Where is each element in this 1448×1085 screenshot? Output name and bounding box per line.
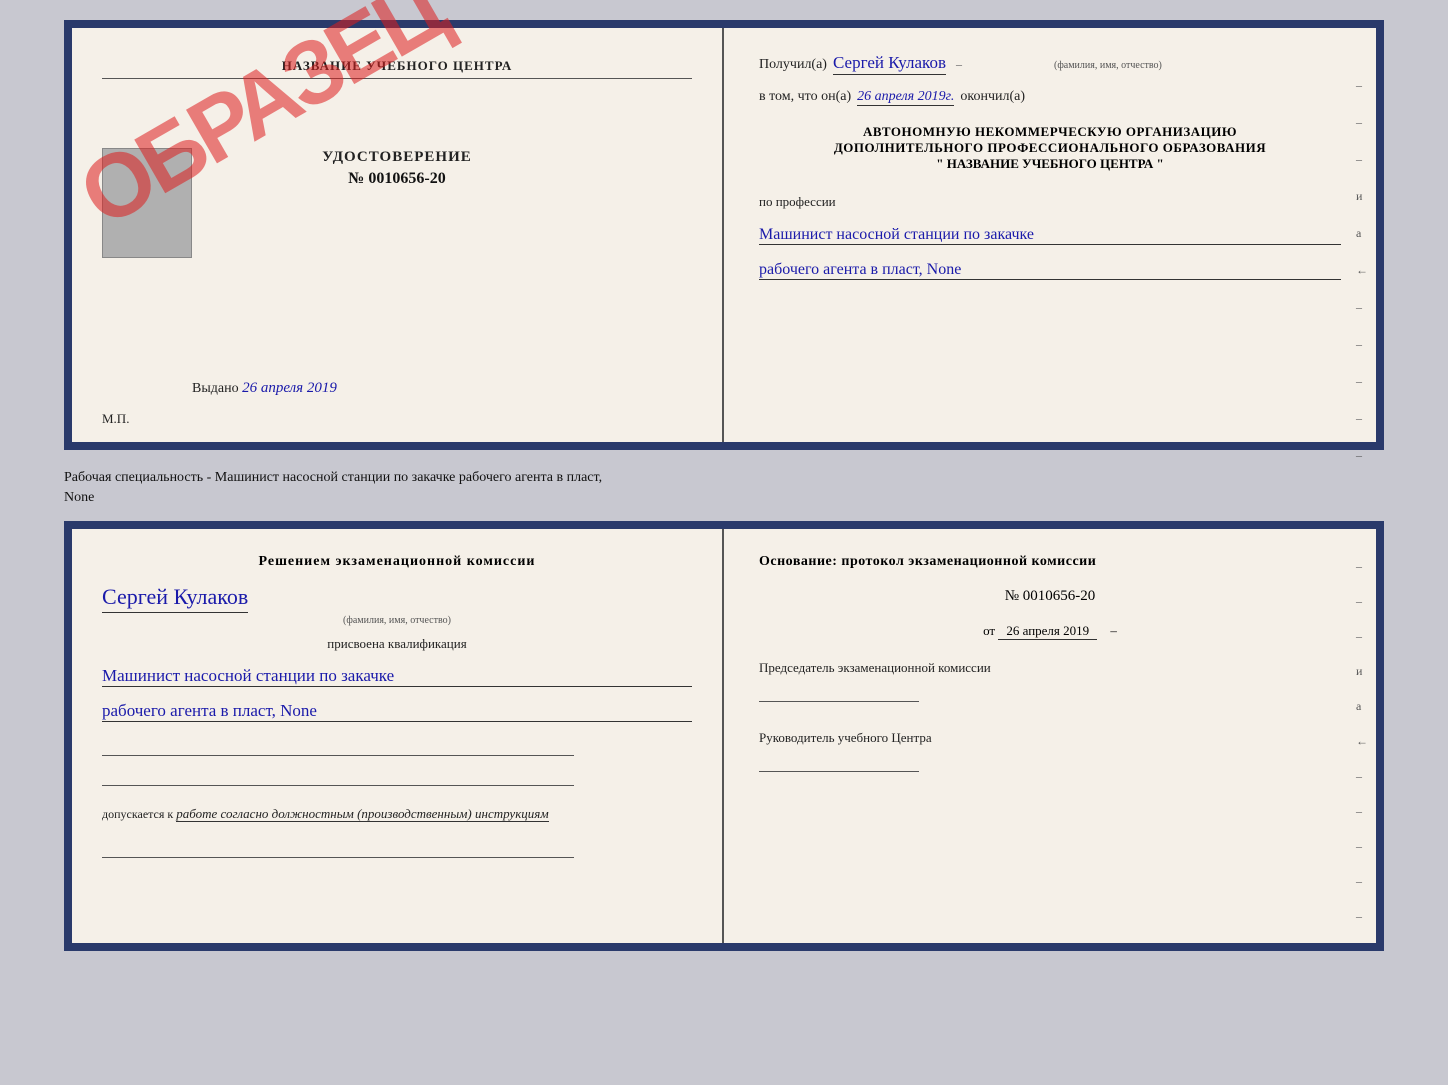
- org-block: АВТОНОМНУЮ НЕКОММЕРЧЕСКУЮ ОРГАНИЗАЦИЮ ДО…: [759, 124, 1341, 172]
- vtom-date: 26 апреля 2019г.: [857, 89, 954, 106]
- udostoverenie-num: № 0010656-20: [322, 170, 472, 188]
- top-doc-left: НАЗВАНИЕ УЧЕБНОГО ЦЕНТРА ОБРАЗЕЦ УДОСТОВ…: [72, 28, 724, 442]
- ot-label: от: [983, 623, 995, 638]
- bottom-doc-right: Основание: протокол экзаменационной коми…: [724, 529, 1376, 943]
- org-line3: " НАЗВАНИЕ УЧЕБНОГО ЦЕНТРА ": [759, 156, 1341, 172]
- name-block-bottom: Сергей Кулаков (фамилия, имя, отчество): [102, 584, 692, 626]
- org-line1: АВТОНОМНУЮ НЕКОММЕРЧЕСКУЮ ОРГАНИЗАЦИЮ: [759, 124, 1341, 140]
- vtom-label: в том, что он(а): [759, 89, 851, 105]
- obrazec-stamp: ОБРАЗЕЦ: [66, 0, 457, 242]
- udostoverenie-block: УДОСТОВЕРЕНИЕ № 0010656-20: [322, 149, 472, 188]
- udostoverenie-title: УДОСТОВЕРЕНИЕ: [322, 149, 472, 166]
- blank-line-3: [102, 838, 574, 858]
- predsedatel-label: Председатель экзаменационной комиссии: [759, 660, 1341, 676]
- dopuskaetsya-block: допускается к работе согласно должностны…: [102, 806, 692, 822]
- vtom-line: в том, что он(а) 26 апреля 2019г. окончи…: [759, 89, 1341, 106]
- po-professii: по профессии: [759, 194, 1341, 210]
- vydano-label: Выдано: [192, 381, 239, 396]
- right-dashes-top: – – – и а ← – – – – –: [1356, 78, 1368, 463]
- predsedatel-podpis-line: [759, 682, 919, 702]
- right-dashes-bottom: – – – и а ← – – – – –: [1356, 559, 1368, 924]
- protokol-num: № 0010656-20: [759, 588, 1341, 605]
- okonchil-label: окончил(а): [960, 89, 1025, 105]
- middle-line2: None: [64, 488, 1384, 508]
- bottom-name: Сергей Кулаков: [102, 584, 248, 613]
- blank-line-2: [102, 766, 574, 786]
- middle-text: Рабочая специальность - Машинист насосно…: [64, 460, 1384, 511]
- dopusk-text: работе согласно должностным (производств…: [176, 806, 548, 822]
- middle-line1: Рабочая специальность - Машинист насосно…: [64, 468, 1384, 488]
- prisvoena-text: присвоена квалификация: [102, 636, 692, 652]
- poluchil-name: Сергей Кулаков: [833, 53, 946, 75]
- poluchil-line: Получил(а) Сергей Кулаков – (фамилия, им…: [759, 53, 1341, 75]
- profession-line2: рабочего агента в пласт, None: [759, 261, 1341, 280]
- qual-line1: Машинист насосной станции по закачке: [102, 666, 692, 687]
- rukovoditel-podpis-line: [759, 752, 919, 772]
- predsedatel-block: Председатель экзаменационной комиссии: [759, 660, 1341, 706]
- fio-hint-bottom: (фамилия, имя, отчество): [102, 615, 692, 626]
- ot-date-value: 26 апреля 2019: [998, 623, 1097, 640]
- osnovanie-text: Основание: протокол экзаменационной коми…: [759, 554, 1341, 570]
- mp-label: М.П.: [102, 411, 129, 427]
- blank-line-1: [102, 736, 574, 756]
- vydano-date: 26 апреля 2019: [242, 380, 337, 396]
- poluchil-label: Получил(а): [759, 57, 827, 73]
- top-document: НАЗВАНИЕ УЧЕБНОГО ЦЕНТРА ОБРАЗЕЦ УДОСТОВ…: [64, 20, 1384, 450]
- ot-date-block: от 26 апреля 2019 –: [759, 623, 1341, 640]
- rukovoditel-block: Руководитель учебного Центра: [759, 730, 1341, 776]
- profession-line1: Машинист насосной станции по закачке: [759, 226, 1341, 245]
- org-line2: ДОПОЛНИТЕЛЬНОГО ПРОФЕССИОНАЛЬНОГО ОБРАЗО…: [759, 140, 1341, 156]
- bottom-doc-left: Решением экзаменационной комиссии Сергей…: [72, 529, 724, 943]
- fio-hint-top: (фамилия, имя, отчество): [1054, 60, 1162, 71]
- bottom-document: Решением экзаменационной комиссии Сергей…: [64, 521, 1384, 951]
- dopuskaetsya-label: допускается к: [102, 807, 173, 821]
- resheniem-text: Решением экзаменационной комиссии: [102, 554, 692, 570]
- qual-line2: рабочего агента в пласт, None: [102, 701, 692, 722]
- rukovoditel-label: Руководитель учебного Центра: [759, 730, 1341, 746]
- top-doc-right: Получил(а) Сергей Кулаков – (фамилия, им…: [724, 28, 1376, 442]
- vydano-line: Выдано 26 апреля 2019: [192, 380, 337, 397]
